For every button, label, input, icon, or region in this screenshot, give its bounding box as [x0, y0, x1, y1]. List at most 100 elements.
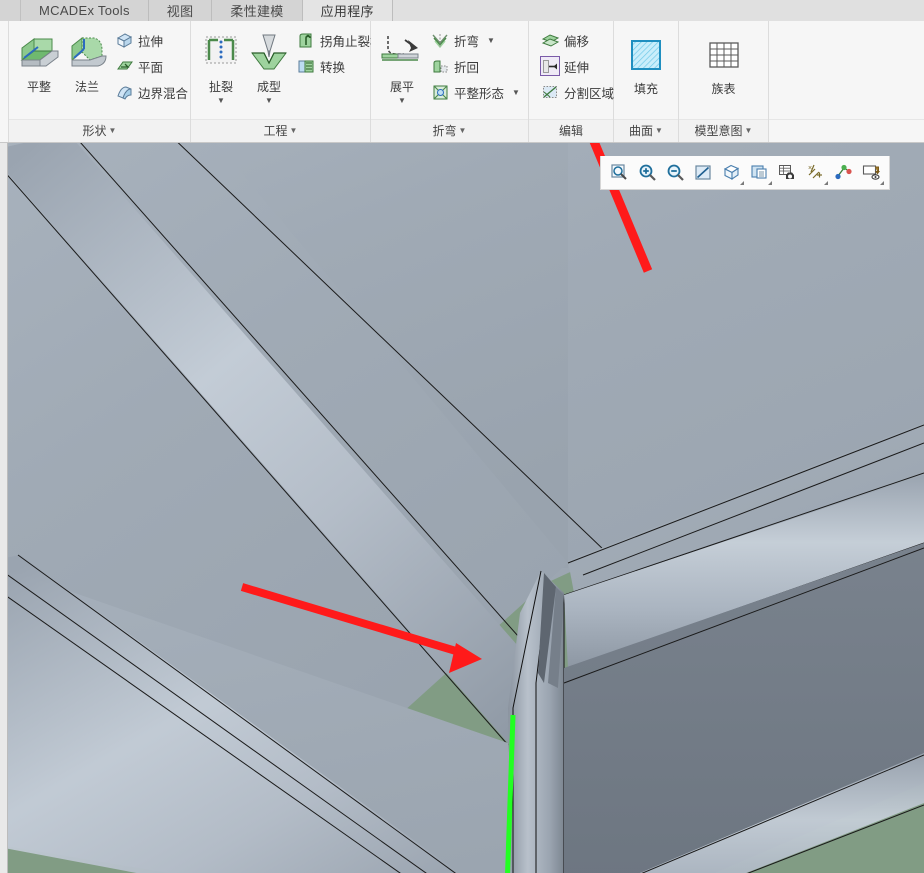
flange-icon [64, 27, 110, 77]
ribbon-group-bend-title[interactable]: 折弯 ▼ [371, 119, 528, 142]
chevron-down-icon[interactable] [768, 180, 772, 185]
ribbon-group-shape-body: 平整 法兰 拉伸 平面 边界混合 [9, 21, 190, 119]
button-bend-label: 折弯 [454, 34, 480, 49]
display-style-shaded-icon [722, 163, 741, 182]
view-toolbar: × [600, 156, 890, 190]
plane-icon [114, 56, 134, 76]
refit-button[interactable] [689, 160, 717, 186]
ribbon-group-bend-title-text: 折弯 [432, 124, 457, 138]
boundary-blend-icon [114, 82, 134, 102]
chevron-down-icon: ▼ [655, 126, 663, 135]
ribbon-group-shape-title-text: 形状 [82, 124, 107, 138]
zoom-out-icon [666, 163, 685, 182]
button-convert-label: 转换 [320, 60, 346, 75]
chevron-down-icon[interactable]: ▼ [217, 96, 225, 105]
ribbon-group-edit-small-column: 偏移 延伸 分割区域 [537, 25, 617, 105]
ribbon-empty-filler [769, 21, 924, 142]
tab-strip-left-pad [0, 0, 21, 21]
chevron-down-icon[interactable]: ▼ [265, 96, 273, 105]
chevron-down-icon[interactable] [740, 180, 744, 185]
button-rip[interactable]: 扯裂 ▼ [197, 25, 245, 105]
button-flange[interactable]: 法兰 [63, 25, 111, 95]
ribbon-group-shape-small-column: 拉伸 平面 边界混合 [111, 25, 191, 105]
ribbon-empty-filler-title [769, 119, 924, 142]
tab-applications[interactable]: 应用程序 [302, 0, 393, 21]
button-fill-surface-label: 填充 [633, 82, 658, 96]
button-bend[interactable]: 折弯 ▼ [427, 27, 523, 53]
button-extrude[interactable]: 拉伸 [111, 27, 191, 53]
button-bend-back[interactable]: 折回 [427, 53, 523, 79]
saved-view-camera-icon [778, 163, 797, 182]
button-rip-label: 扯裂 [208, 80, 233, 94]
saved-view-button[interactable] [773, 160, 801, 186]
tab-flexible-modeling[interactable]: 柔性建模 [212, 0, 303, 21]
button-form[interactable]: 成型 ▼ [245, 25, 293, 105]
pro-engineer-sheetmetal-window: MCADEx Tools 视图 柔性建模 应用程序 平整 法兰 拉伸 平面 边界… [0, 0, 924, 873]
rip-icon [198, 27, 244, 77]
chevron-down-icon[interactable]: ▼ [487, 36, 495, 45]
chevron-down-icon[interactable] [880, 180, 884, 185]
button-plane[interactable]: 平面 [111, 53, 191, 79]
ribbon-tab-bar: MCADEx Tools 视图 柔性建模 应用程序 [0, 0, 924, 21]
button-flat-state[interactable]: 平整形态 ▼ [427, 79, 523, 105]
ribbon-group-engineering-title[interactable]: 工程 ▼ [191, 119, 370, 142]
annotation-display-button[interactable]: × [801, 160, 829, 186]
chevron-down-icon[interactable]: ▼ [398, 96, 406, 105]
tab-mcadex-tools[interactable]: MCADEx Tools [21, 0, 149, 21]
button-extend-label: 延伸 [564, 60, 590, 75]
button-extend[interactable]: 延伸 [537, 53, 617, 79]
chevron-down-icon: ▼ [744, 126, 753, 135]
ribbon-group-model-intent-title[interactable]: 模型意图 ▼ [679, 119, 768, 142]
button-fill-surface[interactable]: 填充 [620, 31, 672, 97]
split-area-icon [540, 82, 560, 102]
ribbon-group-bend-small-column: 折弯 ▼ 折回 平整形态 ▼ [427, 25, 523, 105]
graphics-viewport[interactable]: 野火论坛 www.proewildfire.cn [0, 143, 924, 873]
zoom-box-icon [610, 163, 629, 182]
button-unbend[interactable]: 展平 ▼ [377, 25, 427, 105]
button-family-table[interactable]: 族表 [697, 31, 751, 97]
ribbon-group-bend-body: 展平 ▼ 折弯 ▼ 折回 平整形态 ▼ [371, 21, 528, 119]
ribbon-group-shape-title[interactable]: 形状 ▼ [9, 119, 190, 142]
layer-visibility-button[interactable] [857, 160, 885, 186]
datum-display-icon [750, 163, 769, 182]
bend-back-icon [430, 56, 450, 76]
button-bend-back-label: 折回 [454, 60, 480, 75]
ribbon-group-edit-body: 偏移 延伸 分割区域 [529, 21, 614, 119]
ribbon-group-edit-title[interactable]: 编辑 [529, 119, 613, 142]
layer-visibility-icon [862, 163, 881, 182]
ribbon-group-surface-title[interactable]: 曲面 ▼ [614, 119, 678, 142]
button-boundary-blend[interactable]: 边界混合 [111, 79, 191, 105]
zoom-in-button[interactable] [633, 160, 661, 186]
annotation-display-icon: × [806, 163, 825, 182]
chevron-down-icon: ▼ [458, 126, 467, 135]
zoom-out-button[interactable] [661, 160, 689, 186]
button-family-table-label: 族表 [711, 82, 736, 96]
button-split-area-label: 分割区域 [564, 86, 615, 101]
datum-display-button[interactable] [745, 160, 773, 186]
tab-view[interactable]: 视图 [148, 0, 213, 21]
button-flange-label: 法兰 [74, 80, 99, 94]
button-offset[interactable]: 偏移 [537, 27, 617, 53]
ribbon-group-model-intent: 族表 模型意图 ▼ [679, 21, 769, 142]
zoom-box-button[interactable] [605, 160, 633, 186]
ribbon-group-surface-body: 填充 [614, 21, 678, 119]
button-form-label: 成型 [256, 80, 281, 94]
ribbon-empty-filler-body [769, 21, 924, 119]
display-style-button[interactable] [717, 160, 745, 186]
ribbon-group-bend: 展平 ▼ 折弯 ▼ 折回 平整形态 ▼ 折弯 ▼ [371, 21, 529, 142]
chevron-down-icon: ▼ [108, 126, 117, 135]
ribbon: 平整 法兰 拉伸 平面 边界混合 形状 ▼ 扯裂 ▼ 成型 ▼ 拐角止裂槽 转换… [0, 21, 924, 143]
ribbon-group-edit-title-text: 编辑 [558, 124, 583, 138]
chevron-down-icon[interactable] [824, 180, 828, 185]
button-flat-wall-label: 平整 [26, 80, 51, 94]
model-canvas[interactable] [8, 143, 924, 873]
tab-bar-filler [392, 0, 924, 21]
fill-surface-icon [625, 33, 667, 79]
chevron-down-icon: ▼ [289, 126, 298, 135]
chevron-down-icon[interactable]: ▼ [512, 88, 520, 97]
ribbon-group-edit: 偏移 延伸 分割区域 编辑 [529, 21, 614, 142]
button-split-area[interactable]: 分割区域 [537, 79, 617, 105]
button-flat-wall[interactable]: 平整 [15, 25, 63, 95]
point-display-button[interactable] [829, 160, 857, 186]
ribbon-group-model-intent-title-text: 模型意图 [694, 124, 743, 138]
